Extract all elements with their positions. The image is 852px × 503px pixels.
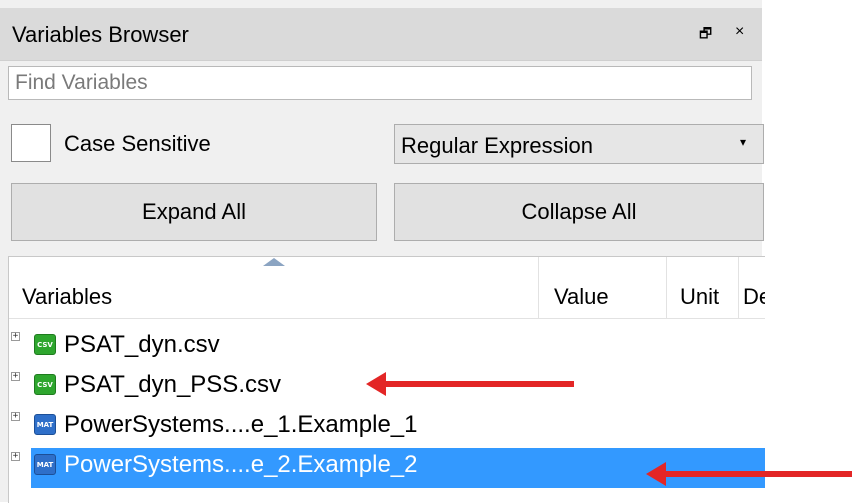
- column-description-label: Description: [743, 284, 765, 309]
- match-mode-value: Regular Expression: [401, 133, 593, 158]
- find-variables-input[interactable]: [8, 66, 752, 100]
- close-icon[interactable]: ×: [735, 24, 744, 40]
- variables-browser-panel: Variables Browser 🗗 × Case Sensitive Reg…: [0, 0, 765, 503]
- column-header-value[interactable]: Value: [539, 257, 667, 318]
- csv-file-icon: CSV: [34, 374, 56, 395]
- expand-toggle-icon[interactable]: +: [11, 452, 20, 461]
- expand-toggle-icon[interactable]: +: [11, 372, 20, 381]
- tree-row[interactable]: + MAT PowerSystems....e_1.Example_1: [9, 408, 765, 448]
- column-header-unit[interactable]: Unit: [667, 257, 739, 318]
- column-header-description[interactable]: Description: [739, 257, 765, 318]
- column-value-label: Value: [554, 284, 609, 309]
- annotation-arrow: [366, 372, 574, 396]
- column-header-variables[interactable]: Variables: [9, 257, 539, 318]
- expand-all-button[interactable]: Expand All: [11, 183, 377, 241]
- case-sensitive-checkbox[interactable]: [11, 124, 51, 162]
- tree-row-label: PSAT_dyn_PSS.csv: [64, 371, 281, 398]
- expand-toggle-icon[interactable]: +: [11, 332, 20, 341]
- panel-titlebar: Variables Browser 🗗 ×: [0, 8, 762, 61]
- case-sensitive-label: Case Sensitive: [64, 131, 211, 156]
- expand-toggle-icon[interactable]: +: [11, 412, 20, 421]
- panel-title: Variables Browser: [12, 22, 189, 47]
- tree-row-label: PowerSystems....e_2.Example_2: [64, 451, 418, 478]
- collapse-all-button[interactable]: Collapse All: [394, 183, 764, 241]
- tree-row[interactable]: + CSV PSAT_dyn.csv: [9, 328, 765, 368]
- mat-file-icon: MAT: [34, 454, 56, 475]
- restore-window-icon[interactable]: 🗗: [699, 26, 712, 40]
- column-variables-label: Variables: [22, 284, 113, 309]
- tree-row-label: PowerSystems....e_1.Example_1: [64, 411, 418, 438]
- tree-header: Variables Value Unit Description: [9, 257, 765, 319]
- match-mode-dropdown[interactable]: Regular Expression ▾: [394, 124, 764, 164]
- tree-row-label: PSAT_dyn.csv: [64, 331, 220, 358]
- dropdown-arrow-icon: ▾: [740, 135, 747, 149]
- annotation-arrow: [646, 462, 852, 486]
- csv-file-icon: CSV: [34, 334, 56, 355]
- column-unit-label: Unit: [680, 284, 720, 309]
- mat-file-icon: MAT: [34, 414, 56, 435]
- sort-ascending-icon: [263, 258, 285, 266]
- tree-row[interactable]: + CSV PSAT_dyn_PSS.csv: [9, 368, 765, 408]
